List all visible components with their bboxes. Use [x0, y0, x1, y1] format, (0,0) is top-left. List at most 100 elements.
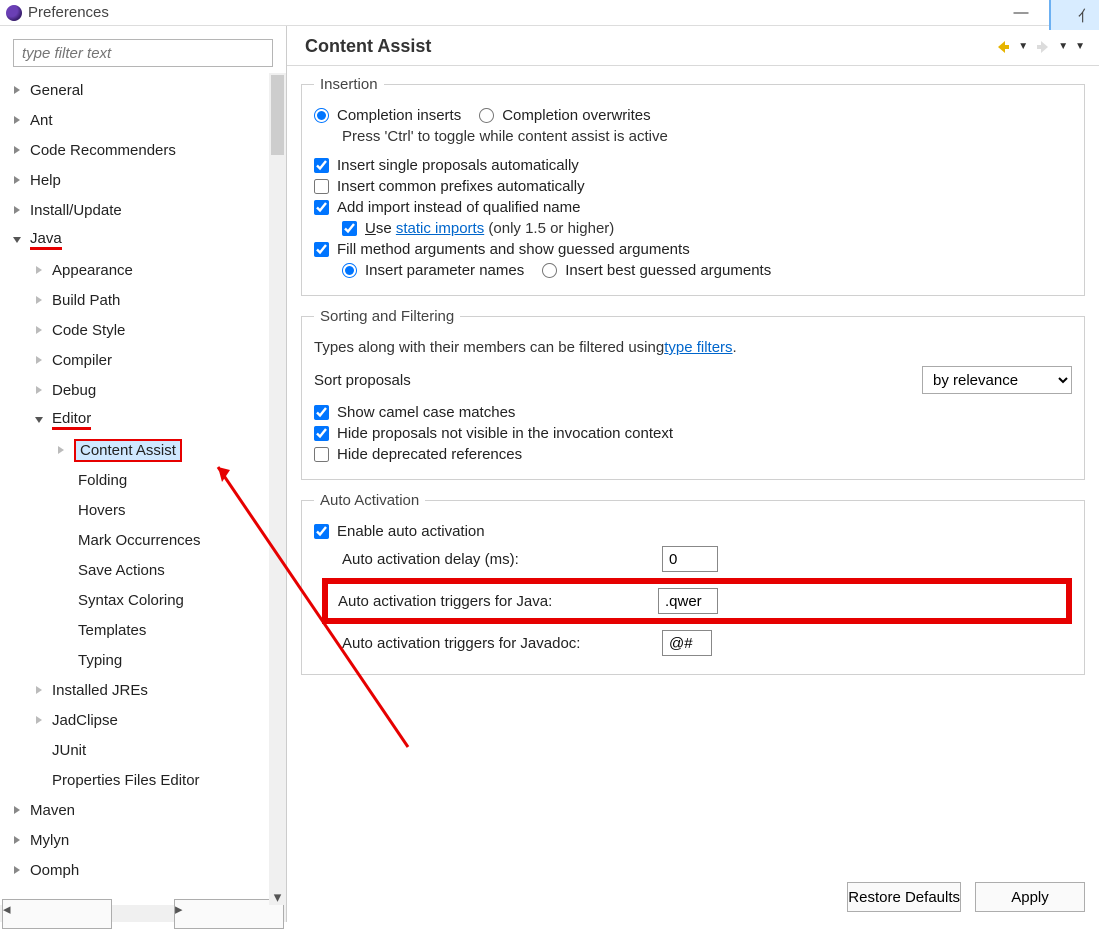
check-insert-single-input[interactable]: [314, 158, 329, 173]
auto-delay-input[interactable]: [662, 546, 718, 572]
tree-item-oomph[interactable]: Oomph: [0, 855, 286, 885]
chevron-right-icon: [54, 443, 68, 457]
auto-delay-label: Auto activation delay (ms):: [342, 551, 652, 568]
tree-item-general[interactable]: General: [0, 75, 286, 105]
sorting-legend: Sorting and Filtering: [314, 308, 460, 325]
apply-button[interactable]: Apply: [975, 882, 1085, 912]
chevron-right-icon: [32, 383, 46, 397]
minimize-button[interactable]: —: [1007, 3, 1035, 23]
tree-item-jadclipse[interactable]: JadClipse: [0, 705, 286, 735]
radio-completion-overwrites[interactable]: Completion overwrites: [479, 107, 650, 124]
view-menu-icon[interactable]: ▼: [1075, 41, 1085, 52]
auto-java-input[interactable]: [658, 588, 718, 614]
tree-item-build-path[interactable]: Build Path: [0, 285, 286, 315]
check-show-camel-input[interactable]: [314, 405, 329, 420]
tree-item-maven[interactable]: Maven: [0, 795, 286, 825]
button-row: Restore Defaults Apply: [287, 872, 1099, 922]
restore-defaults-button[interactable]: Restore Defaults: [847, 882, 961, 912]
check-enable-auto[interactable]: Enable auto activation: [314, 523, 485, 540]
chevron-right-icon: [10, 803, 24, 817]
type-filters-link[interactable]: type filters: [664, 339, 732, 356]
back-icon[interactable]: [995, 39, 1011, 55]
page-title: Content Assist: [305, 36, 995, 57]
tree-item-installed-jres[interactable]: Installed JREs: [0, 675, 286, 705]
tree-item-ant[interactable]: Ant: [0, 105, 286, 135]
radio-insert-best-input[interactable]: [542, 263, 557, 278]
tree-item-typing[interactable]: Typing: [0, 645, 286, 675]
preferences-tree: General Ant Code Recommenders Help Insta…: [0, 73, 286, 887]
filter-input[interactable]: [13, 39, 273, 67]
tree-item-junit[interactable]: JUnit: [0, 735, 286, 765]
tree-item-mylyn[interactable]: Mylyn: [0, 825, 286, 855]
tree-item-compiler[interactable]: Compiler: [0, 345, 286, 375]
chevron-right-icon: [32, 293, 46, 307]
spacer-icon: [32, 743, 46, 757]
forward-icon[interactable]: [1035, 39, 1051, 55]
check-insert-common-input[interactable]: [314, 179, 329, 194]
sidebar-hscrollbar[interactable]: ◂ ▸: [0, 905, 286, 922]
auto-javadoc-input[interactable]: [662, 630, 712, 656]
preferences-sidebar: ▾ General Ant Code Recommenders Help: [0, 26, 287, 922]
check-insert-common[interactable]: Insert common prefixes automatically: [314, 178, 585, 195]
forward-dropdown-icon[interactable]: ▼: [1058, 41, 1068, 52]
radio-completion-overwrites-input[interactable]: [479, 108, 494, 123]
auto-java-label: Auto activation triggers for Java:: [338, 593, 648, 610]
chevron-right-icon: [32, 713, 46, 727]
radio-insert-param-input[interactable]: [342, 263, 357, 278]
radio-completion-inserts[interactable]: Completion inserts: [314, 107, 461, 124]
check-hide-deprecated-input[interactable]: [314, 447, 329, 462]
sort-proposals-label: Sort proposals: [314, 372, 411, 389]
tree-item-appearance[interactable]: Appearance: [0, 255, 286, 285]
tree-item-install-update[interactable]: Install/Update: [0, 195, 286, 225]
highlight-java-triggers: Auto activation triggers for Java:: [322, 578, 1072, 624]
static-imports-link[interactable]: static imports: [396, 220, 484, 237]
tree-item-syntax-coloring[interactable]: Syntax Coloring: [0, 585, 286, 615]
chevron-down-icon: [10, 233, 24, 247]
chevron-right-icon: [10, 863, 24, 877]
chevron-right-icon: [10, 83, 24, 97]
tree-item-debug[interactable]: Debug: [0, 375, 286, 405]
tree-item-editor[interactable]: Editor: [0, 405, 286, 435]
adjacent-panel: 亻: [1049, 0, 1099, 30]
tree-item-mark-occurrences[interactable]: Mark Occurrences: [0, 525, 286, 555]
tree-item-folding[interactable]: Folding: [0, 465, 286, 495]
check-add-import[interactable]: Add import instead of qualified name: [314, 199, 580, 216]
radio-insert-best[interactable]: Insert best guessed arguments: [542, 262, 771, 279]
chevron-right-icon: [10, 143, 24, 157]
tree-item-save-actions[interactable]: Save Actions: [0, 555, 286, 585]
check-hide-proposals-input[interactable]: [314, 426, 329, 441]
tree-item-code-style[interactable]: Code Style: [0, 315, 286, 345]
check-fill-method-input[interactable]: [314, 242, 329, 257]
check-fill-method[interactable]: Fill method arguments and show guessed a…: [314, 241, 690, 258]
window-title: Preferences: [28, 4, 109, 21]
auto-activation-group: Auto Activation Enable auto activation A…: [301, 492, 1085, 675]
tree-item-content-assist[interactable]: Content Assist: [0, 435, 286, 465]
tree-item-code-recommenders[interactable]: Code Recommenders: [0, 135, 286, 165]
tree-item-templates[interactable]: Templates: [0, 615, 286, 645]
check-use-static-imports-input[interactable]: [342, 221, 357, 236]
check-hide-deprecated[interactable]: Hide deprecated references: [314, 446, 522, 463]
tree-item-java[interactable]: Java: [0, 225, 286, 255]
toggle-note: Press 'Ctrl' to toggle while content ass…: [342, 128, 1072, 145]
check-show-camel[interactable]: Show camel case matches: [314, 404, 515, 421]
check-enable-auto-input[interactable]: [314, 524, 329, 539]
radio-completion-inserts-input[interactable]: [314, 108, 329, 123]
sidebar-vscrollbar[interactable]: ▾: [269, 73, 286, 905]
chevron-right-icon: [32, 263, 46, 277]
tree-item-properties-files-editor[interactable]: Properties Files Editor: [0, 765, 286, 795]
radio-insert-param[interactable]: Insert parameter names: [342, 262, 524, 279]
check-use-static-imports[interactable]: Use static imports (only 1.5 or higher): [342, 220, 614, 237]
chevron-right-icon: [10, 203, 24, 217]
spacer-icon: [32, 773, 46, 787]
chevron-right-icon: [32, 683, 46, 697]
check-add-import-input[interactable]: [314, 200, 329, 215]
titlebar: Preferences —: [0, 0, 1099, 26]
sort-proposals-select[interactable]: by relevance: [922, 366, 1072, 394]
tree-item-help[interactable]: Help: [0, 165, 286, 195]
check-insert-single[interactable]: Insert single proposals automatically: [314, 157, 579, 174]
chevron-right-icon: [10, 113, 24, 127]
tree-item-hovers[interactable]: Hovers: [0, 495, 286, 525]
check-hide-proposals[interactable]: Hide proposals not visible in the invoca…: [314, 425, 673, 442]
back-dropdown-icon[interactable]: ▼: [1018, 41, 1028, 52]
chevron-right-icon: [10, 833, 24, 847]
